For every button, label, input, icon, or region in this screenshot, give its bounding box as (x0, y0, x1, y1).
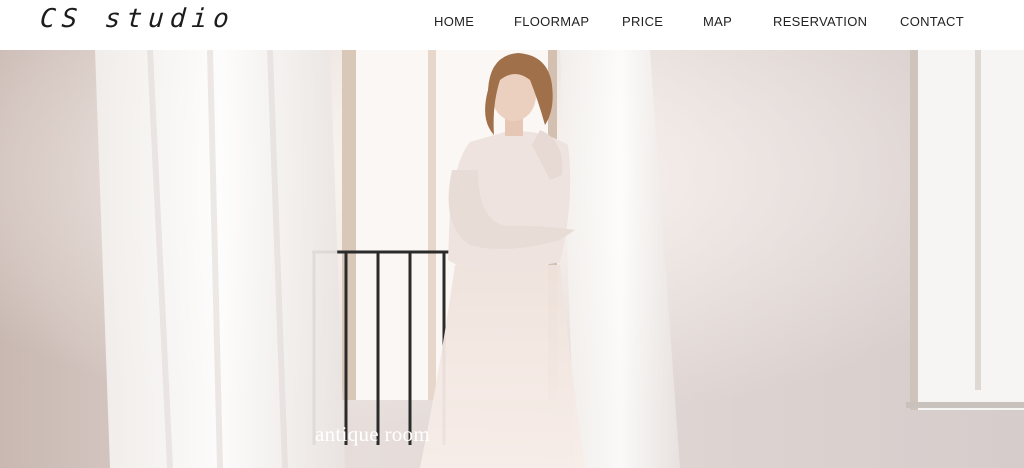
nav-price[interactable]: PRICE (622, 14, 663, 29)
hero-photo (0, 50, 1024, 468)
hero-banner: antique room (0, 50, 1024, 468)
nav-floormap[interactable]: FLOORMAP (514, 14, 589, 29)
nav-map[interactable]: MAP (703, 14, 732, 29)
site-header: CS studio HOME FLOORMAP PRICE MAP RESERV… (0, 0, 1024, 50)
nav-home[interactable]: HOME (434, 14, 474, 29)
hero-caption: antique room (315, 422, 430, 446)
nav-reservation[interactable]: RESERVATION (773, 14, 867, 29)
nav-contact[interactable]: CONTACT (900, 14, 964, 29)
main-nav: HOME FLOORMAP PRICE MAP RESERVATION CONT… (0, 14, 1024, 34)
